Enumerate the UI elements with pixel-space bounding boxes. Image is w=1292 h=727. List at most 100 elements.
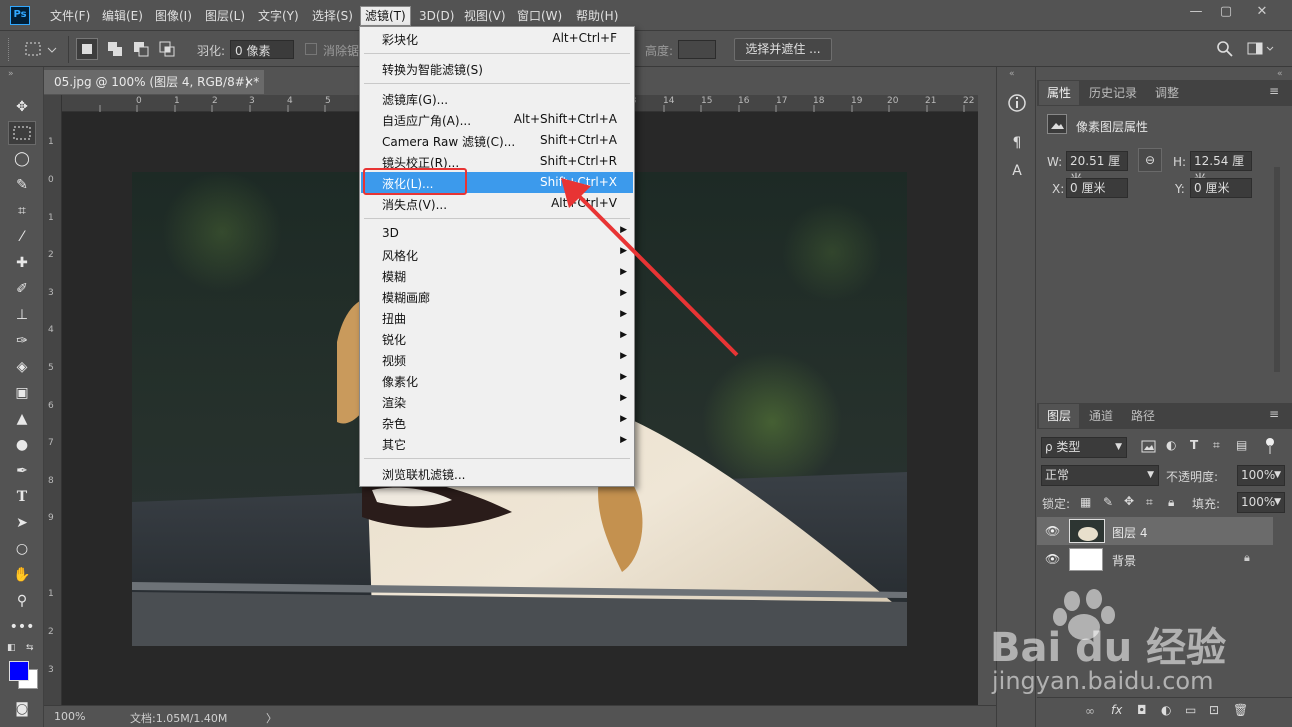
collapse-strip-icon[interactable]: « — [1009, 69, 1015, 79]
lock-transparent-icon[interactable]: ▦ — [1080, 495, 1091, 509]
fill-field[interactable]: 100% ▼ — [1237, 492, 1285, 513]
menu-item-browse-online-filters[interactable]: 浏览联机滤镜... — [361, 463, 633, 484]
menu-item-noise[interactable]: 杂色 ▶ — [361, 412, 633, 433]
menu-item-other[interactable]: 其它 ▶ — [361, 433, 633, 454]
minimize-button[interactable]: — — [1182, 3, 1210, 23]
tab-adjustments[interactable]: 调整 — [1147, 81, 1187, 105]
menu-item-filter-gallery[interactable]: 滤镜库(G)... — [361, 88, 633, 109]
menu-item-adaptive-wide-angle[interactable]: 自适应广角(A)... Alt+Shift+Ctrl+A — [361, 109, 633, 130]
gradient-tool-icon[interactable]: ▣ — [8, 381, 36, 405]
path-selection-tool-icon[interactable]: ➤ — [8, 511, 36, 535]
height-input[interactable] — [678, 40, 716, 59]
close-window-button[interactable]: ✕ — [1248, 3, 1276, 23]
healing-brush-tool-icon[interactable]: ✚ — [8, 251, 36, 275]
quick-selection-tool-icon[interactable]: ✎ — [8, 173, 36, 197]
visibility-eye-icon[interactable]: 👁︎ — [1045, 552, 1060, 566]
menu-help[interactable]: 帮助(H) — [572, 6, 622, 26]
menu-3d[interactable]: 3D(D) — [415, 6, 458, 26]
zoom-level[interactable]: 100% — [54, 710, 85, 723]
new-adjustment-icon[interactable]: ◐ — [1161, 703, 1171, 717]
foreground-color-swatch[interactable] — [9, 661, 29, 681]
menu-item-convert-smart-filter[interactable]: 转换为智能滤镜(S) — [361, 58, 633, 79]
history-brush-tool-icon[interactable]: ✑ — [8, 329, 36, 353]
layer-filter-dropdown[interactable]: ρ 类型 ▼ — [1041, 437, 1127, 458]
intersect-selection-icon[interactable] — [156, 38, 178, 60]
move-tool-icon[interactable]: ✥ — [8, 95, 36, 119]
new-group-icon[interactable]: ▭ — [1185, 703, 1196, 717]
feather-input[interactable]: 0 像素 — [230, 40, 294, 59]
info-icon[interactable] — [1005, 91, 1029, 115]
close-document-icon[interactable]: × — [244, 70, 254, 94]
tab-properties[interactable]: 属性 — [1039, 81, 1080, 105]
crop-tool-icon[interactable]: ⌗ — [8, 199, 36, 223]
x-field[interactable]: 0 厘米 — [1066, 178, 1128, 198]
menu-item-render[interactable]: 渲染 ▶ — [361, 391, 633, 412]
filter-type-icon[interactable]: T — [1190, 438, 1198, 452]
menu-image[interactable]: 图像(I) — [151, 6, 196, 26]
hand-tool-icon[interactable]: ✋ — [8, 563, 36, 587]
menu-filter[interactable]: 滤镜(T) — [360, 6, 411, 26]
add-selection-icon[interactable] — [104, 38, 126, 60]
lasso-tool-icon[interactable]: ◯ — [8, 147, 36, 171]
link-dimensions-icon[interactable]: ⊖ — [1138, 148, 1162, 172]
menu-select[interactable]: 选择(S) — [308, 6, 357, 26]
filter-shape-icon[interactable]: ⌗ — [1213, 438, 1220, 453]
tab-layers[interactable]: 图层 — [1039, 404, 1080, 428]
y-field[interactable]: 0 厘米 — [1190, 178, 1252, 198]
opacity-field[interactable]: 100% ▼ — [1237, 465, 1285, 486]
filter-adjustment-icon[interactable]: ◐ — [1166, 438, 1176, 452]
brush-tool-icon[interactable]: ✐ — [8, 277, 36, 301]
layers-menu-icon[interactable]: ≡ — [1269, 407, 1279, 421]
status-menu-arrow[interactable]: 〉 — [266, 710, 277, 726]
panel-menu-icon[interactable]: ≡ — [1269, 84, 1279, 98]
marquee-tool-icon[interactable] — [8, 121, 36, 145]
add-mask-icon[interactable]: ◘ — [1137, 703, 1147, 717]
layer-row-layer4[interactable]: 👁︎ 图层 4 — [1037, 517, 1273, 545]
menu-window[interactable]: 窗口(W) — [513, 6, 566, 26]
tab-history[interactable]: 历史记录 — [1081, 81, 1145, 105]
dodge-tool-icon[interactable]: ● — [8, 433, 36, 457]
lock-position-icon[interactable]: ✥ — [1124, 494, 1134, 508]
swap-colors-icon[interactable]: ⇆ — [26, 643, 36, 653]
lock-image-icon[interactable]: ✎ — [1103, 495, 1113, 509]
document-tab[interactable]: 05.jpg @ 100% (图层 4, RGB/8#) * × — [44, 70, 264, 94]
menu-item-solarize[interactable]: 彩块化 Alt+Ctrl+F — [361, 28, 633, 49]
ellipse-tool-icon[interactable]: ○ — [8, 537, 36, 561]
collapse-tools-icon[interactable]: » — [8, 69, 36, 79]
quick-mask-icon[interactable]: ◙ — [8, 697, 36, 721]
lock-artboard-icon[interactable]: ⌗ — [1146, 495, 1153, 510]
menu-item-pixelate[interactable]: 像素化 ▶ — [361, 370, 633, 391]
menu-file[interactable]: 文件(F) — [46, 6, 94, 26]
link-layers-icon[interactable]: ∞ — [1085, 704, 1095, 718]
tab-paths[interactable]: 路径 — [1123, 404, 1163, 428]
blend-mode-dropdown[interactable]: 正常 ▼ — [1041, 465, 1159, 486]
marquee-preset-picker[interactable] — [24, 40, 60, 60]
menu-view[interactable]: 视图(V) — [460, 6, 510, 26]
search-icon[interactable] — [1216, 40, 1234, 58]
new-layer-icon[interactable]: ⊡ — [1209, 703, 1219, 717]
menu-layer[interactable]: 图层(L) — [201, 6, 249, 26]
new-selection-icon[interactable] — [76, 38, 98, 60]
character-icon[interactable]: A — [1005, 159, 1029, 183]
filter-pixel-icon[interactable] — [1141, 440, 1157, 454]
clone-stamp-tool-icon[interactable]: ⊥ — [8, 303, 36, 327]
paragraph-icon[interactable]: ¶ — [1005, 131, 1029, 155]
menu-edit[interactable]: 编辑(E) — [98, 6, 147, 26]
pen-tool-icon[interactable]: ✒ — [8, 459, 36, 483]
delete-layer-icon[interactable]: 🗑︎ — [1233, 703, 1248, 717]
restore-button[interactable]: ▢ — [1212, 3, 1240, 23]
zoom-tool-icon[interactable]: ⚲ — [8, 589, 36, 613]
lock-all-icon[interactable]: 🔒︎ — [1168, 495, 1174, 510]
more-tools-icon[interactable]: ••• — [8, 615, 36, 639]
properties-scrollbar[interactable] — [1274, 167, 1280, 372]
visibility-eye-icon[interactable]: 👁︎ — [1045, 524, 1060, 538]
layer-style-icon[interactable]: fx — [1111, 703, 1122, 717]
width-field[interactable]: 20.51 厘米 — [1066, 151, 1128, 186]
select-and-mask-button[interactable]: 选择并遮住 ... — [734, 38, 832, 61]
antialias-checkbox[interactable] — [305, 43, 317, 55]
filter-toggle-icon[interactable] — [1265, 437, 1275, 455]
type-tool-icon[interactable]: T — [8, 485, 36, 509]
filter-smart-object-icon[interactable]: ▤ — [1236, 438, 1247, 452]
menu-item-camera-raw[interactable]: Camera Raw 滤镜(C)... Shift+Ctrl+A — [361, 130, 633, 151]
height-field[interactable]: 12.54 厘米 — [1190, 151, 1252, 186]
